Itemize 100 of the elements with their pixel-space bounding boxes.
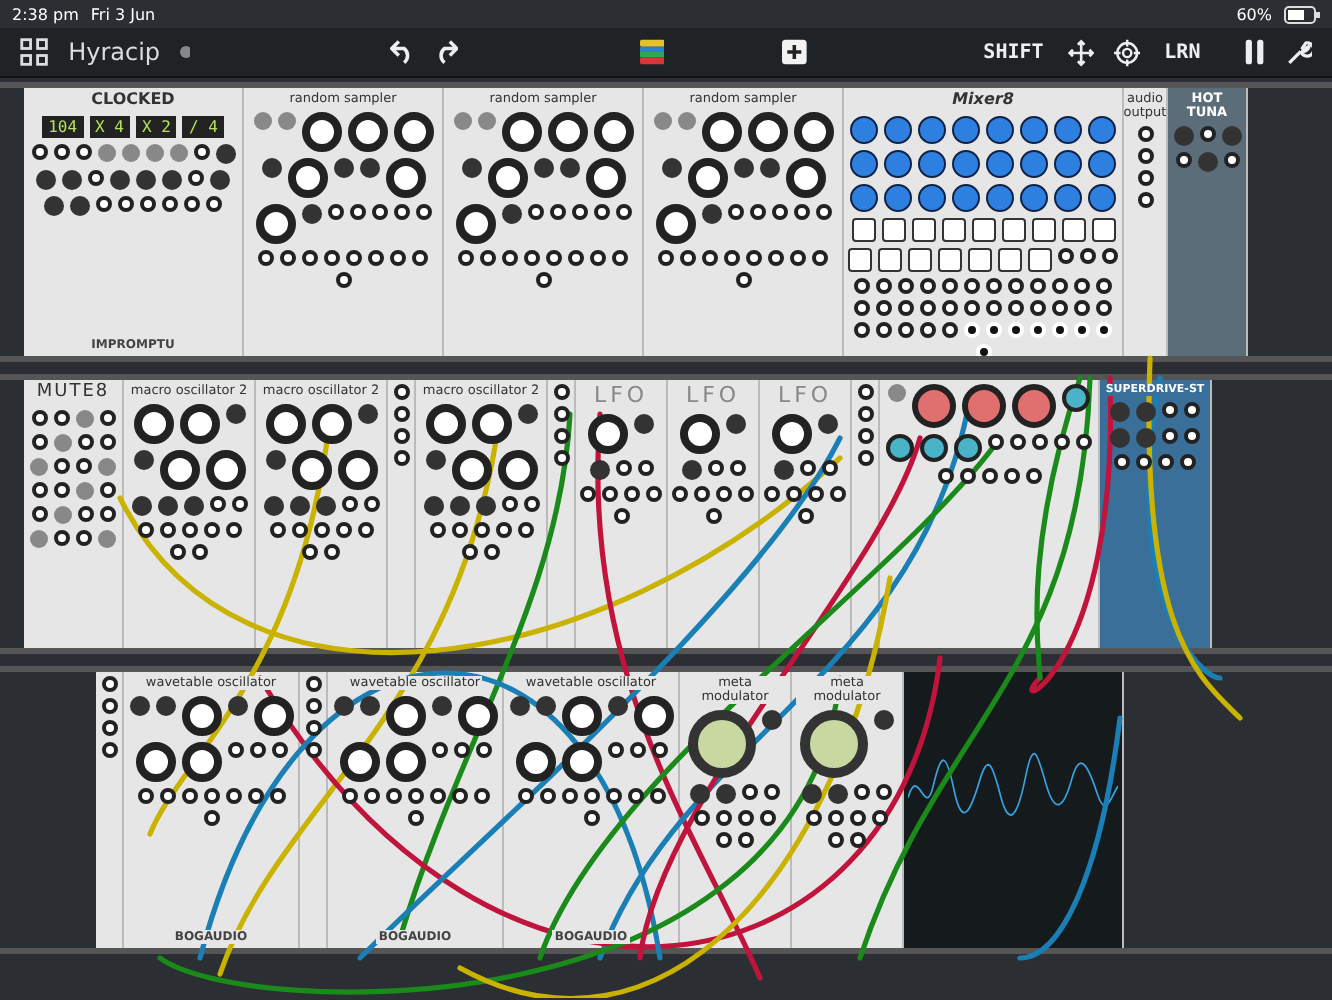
knob[interactable] <box>874 710 894 731</box>
knob[interactable] <box>455 204 495 245</box>
toggle-button[interactable] <box>968 247 992 272</box>
knob[interactable] <box>385 742 425 783</box>
knob[interactable] <box>800 710 868 779</box>
add-icon[interactable] <box>782 38 808 66</box>
knob[interactable] <box>716 784 736 805</box>
knob[interactable] <box>785 158 825 199</box>
knob[interactable] <box>210 169 230 190</box>
toggle-button[interactable] <box>1091 217 1115 242</box>
knob[interactable] <box>301 112 341 153</box>
knob[interactable] <box>884 183 912 212</box>
knob[interactable] <box>215 143 235 164</box>
knob[interactable] <box>133 450 153 471</box>
knob[interactable] <box>1054 149 1082 178</box>
knob[interactable] <box>547 112 587 153</box>
knob[interactable] <box>918 115 946 144</box>
knob[interactable] <box>475 496 495 517</box>
knob[interactable] <box>1054 183 1082 212</box>
knob[interactable] <box>762 710 782 731</box>
learn-button[interactable]: LRN <box>1160 41 1205 63</box>
knob[interactable] <box>471 404 511 445</box>
knob[interactable] <box>1020 115 1048 144</box>
knob[interactable] <box>263 496 283 517</box>
knob[interactable] <box>291 450 331 491</box>
toggle-button[interactable] <box>998 247 1022 272</box>
knob[interactable] <box>589 460 609 481</box>
toggle-button[interactable] <box>851 217 875 242</box>
knob[interactable] <box>561 742 601 783</box>
knob[interactable] <box>393 112 433 153</box>
knob[interactable] <box>70 195 90 216</box>
knob[interactable] <box>517 404 537 425</box>
knob[interactable] <box>850 183 878 212</box>
knob[interactable] <box>301 204 321 225</box>
knob[interactable] <box>157 496 177 517</box>
move-icon[interactable] <box>1067 37 1094 67</box>
knob[interactable] <box>661 158 681 179</box>
knob[interactable] <box>884 149 912 178</box>
knob[interactable] <box>681 460 701 481</box>
knob[interactable] <box>159 450 199 491</box>
knob[interactable] <box>1088 115 1116 144</box>
grid-icon[interactable] <box>20 36 49 68</box>
knob[interactable] <box>425 450 445 471</box>
redo-icon[interactable] <box>433 38 459 66</box>
knob[interactable] <box>533 158 553 179</box>
knob[interactable] <box>162 169 182 190</box>
knob[interactable] <box>690 784 710 805</box>
push-button[interactable] <box>888 384 906 402</box>
knob[interactable] <box>952 183 980 212</box>
knob[interactable] <box>759 158 779 179</box>
toggle-button[interactable] <box>908 247 932 272</box>
knob[interactable] <box>802 784 822 805</box>
knob[interactable] <box>181 696 221 737</box>
knob[interactable] <box>501 112 541 153</box>
knob[interactable] <box>726 414 746 435</box>
knob[interactable] <box>912 384 956 428</box>
undo-icon[interactable] <box>389 38 414 66</box>
toggle-button[interactable] <box>941 217 965 242</box>
knob[interactable] <box>687 158 727 199</box>
knob[interactable] <box>655 204 695 245</box>
knob[interactable] <box>265 450 285 471</box>
knob[interactable] <box>62 169 82 190</box>
knob[interactable] <box>227 696 247 717</box>
knob[interactable] <box>962 384 1006 428</box>
knob[interactable] <box>333 158 353 179</box>
knob[interactable] <box>347 112 387 153</box>
knob[interactable] <box>633 696 673 737</box>
knob[interactable] <box>131 496 151 517</box>
knob[interactable] <box>1020 183 1048 212</box>
toggle-button[interactable] <box>1028 247 1052 272</box>
patch-name[interactable]: Hyracip <box>68 38 161 66</box>
knob[interactable] <box>1012 384 1056 428</box>
knob[interactable] <box>487 158 527 199</box>
knob[interactable] <box>918 183 946 212</box>
knob[interactable] <box>920 434 948 462</box>
knob[interactable] <box>1062 384 1090 412</box>
knob[interactable] <box>179 404 219 445</box>
knob[interactable] <box>337 450 377 491</box>
knob[interactable] <box>701 112 741 153</box>
knob[interactable] <box>183 496 203 517</box>
knob[interactable] <box>457 696 497 737</box>
knob[interactable] <box>772 414 812 455</box>
target-icon[interactable] <box>1113 37 1141 67</box>
knob[interactable] <box>559 158 579 179</box>
knob[interactable] <box>133 404 173 445</box>
knob[interactable] <box>773 460 793 481</box>
knob[interactable] <box>680 414 720 455</box>
knob[interactable] <box>136 169 156 190</box>
toggle-button[interactable] <box>971 217 995 242</box>
knob[interactable] <box>828 784 848 805</box>
knob[interactable] <box>986 183 1014 212</box>
knob[interactable] <box>1054 115 1082 144</box>
toggle-button[interactable] <box>1031 217 1055 242</box>
knob[interactable] <box>253 696 293 737</box>
knob[interactable] <box>225 404 245 425</box>
knob[interactable] <box>255 204 295 245</box>
knob[interactable] <box>701 204 721 225</box>
knob[interactable] <box>954 434 982 462</box>
knob[interactable] <box>339 742 379 783</box>
color-stack-icon[interactable] <box>639 38 664 66</box>
